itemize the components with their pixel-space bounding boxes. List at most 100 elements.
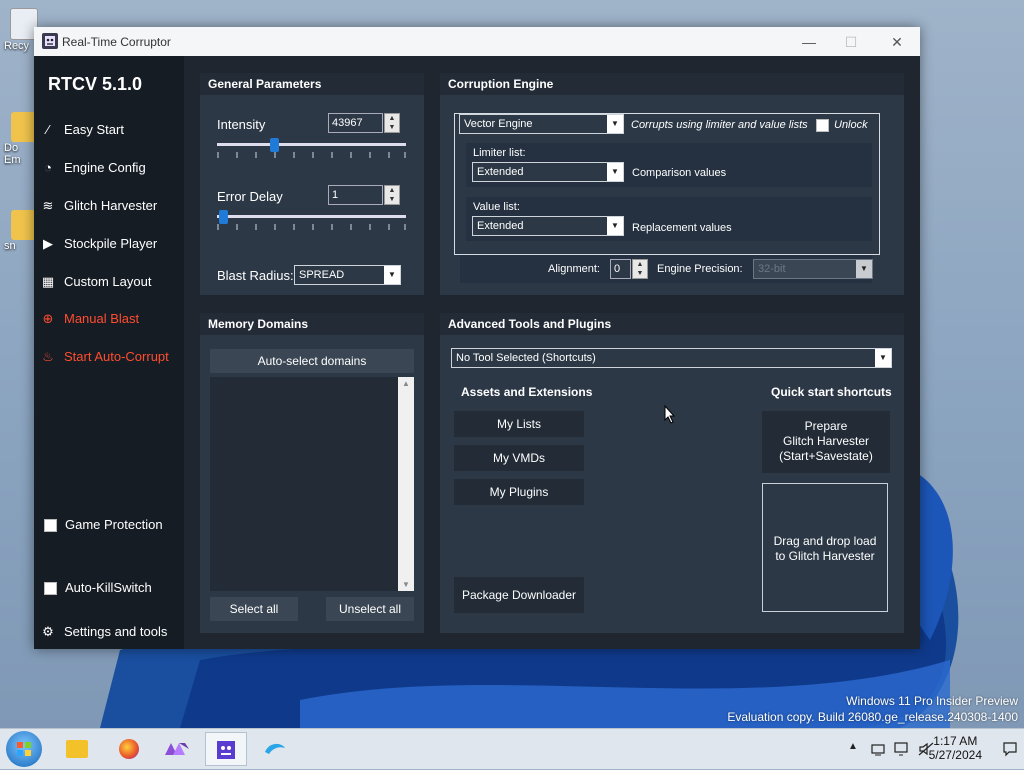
chevron-down-icon[interactable]: ▼ — [607, 163, 623, 181]
sidebar-item-start-auto-corrupt[interactable]: ♨ Start Auto-Corrupt — [40, 345, 180, 369]
settings-and-tools-button[interactable]: ⚙ Settings and tools — [40, 620, 180, 644]
error-delay-slider-thumb[interactable] — [219, 210, 228, 224]
blast-radius-dropdown[interactable]: SPREAD ▼ — [294, 265, 401, 285]
sidebar-item-engine-config[interactable]: ◔ Engine Config — [40, 156, 180, 180]
tool-select-dropdown[interactable]: No Tool Selected (Shortcuts) ▼ — [451, 348, 892, 368]
memory-domains-list[interactable] — [210, 377, 414, 591]
dolphin-icon — [265, 743, 285, 754]
domains-scrollbar[interactable]: ▲ ▼ — [398, 377, 414, 591]
dropdown-value: Vector Engine — [464, 118, 533, 130]
my-lists-button[interactable]: My Lists — [454, 411, 584, 437]
scroll-up-icon[interactable]: ▲ — [398, 379, 414, 388]
title-bar[interactable]: Real-Time Corruptor — ☐ ✕ — [34, 27, 920, 56]
error-delay-spinner[interactable]: ▲ ▼ — [384, 185, 400, 205]
button-line: Glitch Harvester — [782, 434, 870, 448]
taskbar-firefox[interactable] — [108, 732, 150, 766]
sidebar-item-custom-layout[interactable]: ▦ Custom Layout — [40, 270, 180, 294]
spin-up-icon[interactable]: ▲ — [633, 260, 647, 269]
dropdown-value: SPREAD — [299, 269, 345, 281]
error-delay-input[interactable]: 1 — [328, 185, 383, 205]
prepare-glitch-harvester-button[interactable]: Prepare Glitch Harvester (Start+Savestat… — [762, 411, 890, 473]
display-icon[interactable] — [893, 741, 911, 757]
game-protection-checkbox[interactable]: Game Protection — [44, 513, 184, 537]
error-delay-ticks — [217, 224, 406, 230]
package-downloader-button[interactable]: Package Downloader — [454, 577, 584, 613]
value-list-dropdown[interactable]: Extended ▼ — [472, 216, 624, 236]
unselect-all-button[interactable]: Unselect all — [326, 597, 414, 621]
intensity-slider-thumb[interactable] — [270, 138, 279, 152]
checkbox-label: Game Protection — [65, 517, 163, 532]
spin-up-icon[interactable]: ▲ — [385, 186, 399, 195]
intensity-input[interactable]: 43967 — [328, 113, 383, 133]
intensity-slider-track[interactable] — [217, 143, 406, 146]
maximize-button[interactable]: ☐ — [838, 32, 864, 52]
my-vmds-button[interactable]: My VMDs — [454, 445, 584, 471]
intensity-spinner[interactable]: ▲ ▼ — [384, 113, 400, 133]
spin-down-icon[interactable]: ▼ — [385, 123, 399, 132]
spin-up-icon[interactable]: ▲ — [385, 114, 399, 123]
minimize-button[interactable]: — — [796, 32, 822, 52]
grid-icon: ▦ — [41, 274, 55, 289]
spin-down-icon[interactable]: ▼ — [385, 195, 399, 204]
sidebar-item-glitch-harvester[interactable]: ≋ Glitch Harvester — [40, 194, 180, 218]
assets-header: Assets and Extensions — [461, 385, 593, 399]
taskbar-file-explorer[interactable] — [56, 732, 98, 766]
sidebar-item-stockpile-player[interactable]: ▶ Stockpile Player — [40, 232, 180, 256]
checkbox-box[interactable] — [44, 582, 57, 596]
clock-date: 5/27/2024 — [928, 748, 982, 762]
chevron-down-icon[interactable]: ▼ — [607, 217, 623, 235]
button-line: (Start+Savestate) — [779, 449, 873, 463]
dropzone-line: Drag and drop load — [773, 534, 877, 548]
firefox-icon — [119, 739, 139, 759]
taskbar-app-purple[interactable] — [156, 732, 198, 766]
dropdown-value: No Tool Selected (Shortcuts) — [456, 352, 596, 364]
auto-killswitch-checkbox[interactable]: Auto-KillSwitch — [44, 576, 184, 600]
system-clock[interactable]: 1:17 AM 5/27/2024 — [929, 734, 982, 762]
chevron-down-icon[interactable]: ▼ — [875, 349, 891, 367]
chevron-down-icon[interactable]: ▼ — [384, 266, 400, 284]
crosshair-icon: ⊕ — [42, 311, 54, 326]
error-delay-label: Error Delay — [217, 189, 283, 204]
auto-select-domains-button[interactable]: Auto-select domains — [210, 349, 414, 373]
scroll-down-icon[interactable]: ▼ — [398, 580, 414, 589]
network-icon[interactable] — [870, 741, 886, 757]
tray-overflow-icon[interactable]: ▲ — [848, 741, 858, 752]
alignment-spinner[interactable]: ▲ ▼ — [632, 259, 648, 279]
dropzone-line: to Glitch Harvester — [775, 549, 875, 563]
sidebar-item-easy-start[interactable]: ⁄ Easy Start — [40, 118, 180, 142]
close-button[interactable]: ✕ — [884, 32, 910, 52]
sidebar: RTCV 5.1.0 ⁄ Easy Start ◔ Engine Config ≋ G… — [34, 56, 184, 649]
my-plugins-button[interactable]: My Plugins — [454, 479, 584, 505]
version-title: RTCV 5.1.0 — [48, 74, 143, 94]
drag-drop-zone[interactable]: Drag and drop load to Glitch Harvester — [762, 483, 888, 612]
chevron-down-icon[interactable]: ▼ — [607, 115, 623, 133]
start-button[interactable] — [6, 731, 42, 767]
taskbar: ▲ 1:17 AM 5/27/2024 — [0, 728, 1024, 769]
alignment-label: Alignment: — [548, 263, 600, 275]
folder-icon — [66, 740, 88, 758]
intensity-label: Intensity — [217, 117, 266, 132]
alignment-input[interactable]: 0 — [610, 259, 631, 279]
engine-precision-dropdown[interactable]: 32-bit ▼ — [753, 259, 873, 279]
checkbox-label: Auto-KillSwitch — [65, 580, 152, 595]
select-all-button[interactable]: Select all — [210, 597, 298, 621]
panel-header: General Parameters — [200, 73, 424, 95]
notification-icon[interactable] — [1002, 741, 1018, 757]
spin-down-icon[interactable]: ▼ — [633, 269, 647, 278]
engine-dropdown[interactable]: Vector Engine ▼ — [459, 114, 624, 134]
app-icon — [42, 33, 58, 49]
sidebar-item-manual-blast[interactable]: ⊕ Manual Blast — [40, 307, 180, 331]
error-delay-slider-track[interactable] — [217, 215, 406, 218]
play-icon: ▶ — [43, 236, 53, 251]
sidebar-item-label: Engine Config — [64, 160, 146, 175]
limiter-description: Comparison values — [632, 167, 727, 179]
checkbox-box[interactable] — [44, 519, 57, 533]
limiter-list-dropdown[interactable]: Extended ▼ — [472, 162, 624, 182]
chevron-down-icon[interactable]: ▼ — [856, 260, 872, 278]
sidebar-item-label: Manual Blast — [64, 311, 140, 326]
taskbar-rtc[interactable] — [205, 732, 247, 766]
unlock-checkbox[interactable] — [816, 119, 829, 132]
triangle-logo-icon — [165, 743, 189, 755]
taskbar-dolphin[interactable] — [254, 732, 296, 766]
dropdown-value: 32-bit — [758, 263, 786, 275]
